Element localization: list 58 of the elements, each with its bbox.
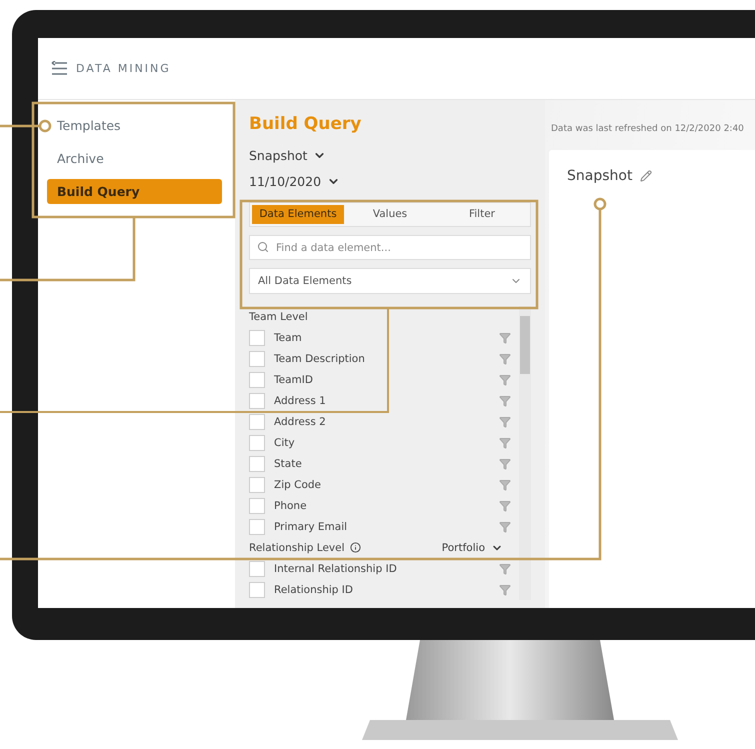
sidebar-item[interactable]: Build Query — [47, 179, 222, 204]
element-label: Internal Relationship ID — [274, 562, 398, 574]
filter-icon[interactable] — [499, 478, 511, 490]
checkbox[interactable] — [249, 330, 265, 346]
date-dropdown[interactable]: 11/10/2020 — [249, 174, 322, 188]
filter-icon[interactable] — [499, 584, 511, 596]
filter-icon[interactable] — [499, 520, 511, 532]
filter-icon[interactable] — [499, 458, 511, 470]
filter-icon[interactable] — [499, 436, 511, 448]
element-label: City — [274, 436, 296, 448]
checkbox[interactable] — [249, 372, 265, 388]
app-title: DATA MINING — [76, 62, 171, 75]
level-dropdown[interactable]: Portfolio — [442, 542, 485, 554]
checkbox[interactable] — [249, 582, 265, 598]
group-title: Team Level — [249, 310, 308, 322]
info-icon[interactable] — [350, 542, 361, 553]
element-label: Address 1 — [274, 394, 327, 406]
tab[interactable]: Values — [344, 205, 436, 224]
element-filter-dropdown[interactable]: All Data Elements — [249, 268, 531, 294]
sidebar-item[interactable]: Archive — [47, 146, 222, 171]
menu-icon[interactable] — [51, 61, 68, 76]
checkbox[interactable] — [249, 434, 265, 450]
search-field[interactable]: Find a data element... — [249, 235, 531, 260]
element-label: State — [274, 458, 303, 470]
search-icon — [257, 241, 269, 253]
filter-icon[interactable] — [499, 416, 511, 428]
refresh-note: Data was last refreshed on 12/2/2020 2:40 — [550, 124, 745, 134]
filter-icon[interactable] — [499, 394, 511, 406]
element-label: Team — [274, 332, 303, 344]
pencil-icon[interactable] — [640, 170, 652, 182]
tab[interactable]: Filter — [436, 205, 528, 224]
element-label: TeamID — [274, 374, 314, 386]
checkbox[interactable] — [249, 414, 265, 430]
checkbox[interactable] — [249, 476, 265, 492]
checkbox[interactable] — [249, 350, 265, 366]
sidebar-item[interactable]: Templates — [47, 113, 222, 138]
scrollbar[interactable] — [519, 306, 531, 600]
tab[interactable]: Data Elements — [252, 205, 344, 224]
filter-icon[interactable] — [499, 332, 511, 344]
page-title: Build Query — [249, 114, 362, 134]
filter-icon[interactable] — [499, 562, 511, 574]
element-label: Relationship ID — [274, 584, 354, 596]
element-label: Address 2 — [274, 416, 327, 428]
checkbox[interactable] — [249, 518, 265, 534]
filter-icon[interactable] — [499, 374, 511, 386]
element-label: Primary Email — [274, 520, 348, 532]
checkbox[interactable] — [249, 498, 265, 514]
element-label: Team Description — [274, 352, 366, 364]
checkbox[interactable] — [249, 560, 265, 576]
filter-icon[interactable] — [499, 500, 511, 512]
snapshot-dropdown[interactable]: Snapshot — [249, 148, 308, 162]
card-title: Snapshot — [567, 168, 632, 184]
filter-icon[interactable] — [499, 352, 511, 364]
checkbox[interactable] — [249, 392, 265, 408]
group-title: Relationship Level — [249, 542, 345, 554]
element-label: Phone — [274, 500, 308, 512]
element-label: Zip Code — [274, 478, 322, 490]
checkbox[interactable] — [249, 456, 265, 472]
